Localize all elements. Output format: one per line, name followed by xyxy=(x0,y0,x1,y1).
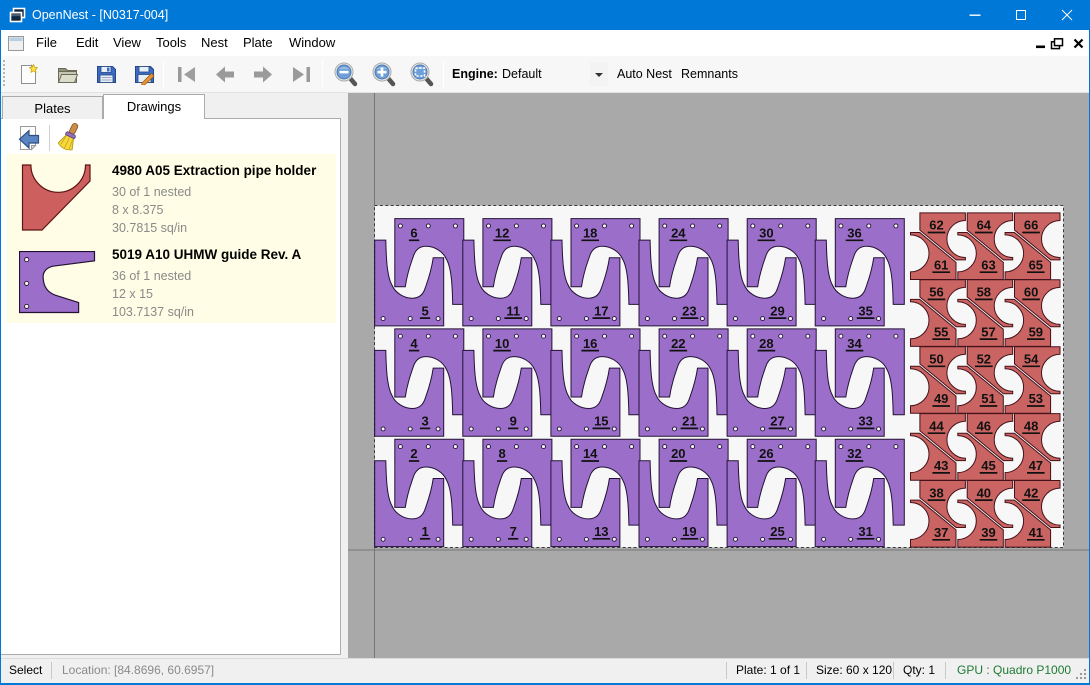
svg-text:40: 40 xyxy=(977,485,991,500)
svg-text:30: 30 xyxy=(759,226,773,241)
svg-text:15: 15 xyxy=(594,414,608,429)
svg-text:38: 38 xyxy=(929,485,943,500)
svg-text:56: 56 xyxy=(929,285,943,300)
svg-text:6: 6 xyxy=(410,226,417,241)
svg-text:19: 19 xyxy=(682,524,696,539)
svg-text:58: 58 xyxy=(977,285,991,300)
svg-text:57: 57 xyxy=(981,324,995,339)
svg-text:17: 17 xyxy=(594,303,608,318)
svg-text:20: 20 xyxy=(671,446,685,461)
svg-text:55: 55 xyxy=(934,324,948,339)
svg-text:29: 29 xyxy=(770,303,784,318)
svg-text:8: 8 xyxy=(498,446,505,461)
svg-text:60: 60 xyxy=(1024,285,1038,300)
svg-text:44: 44 xyxy=(929,418,944,433)
svg-text:63: 63 xyxy=(981,257,995,272)
svg-text:46: 46 xyxy=(977,418,991,433)
svg-text:37: 37 xyxy=(934,525,948,540)
svg-text:61: 61 xyxy=(934,257,948,272)
svg-text:16: 16 xyxy=(583,336,597,351)
svg-text:21: 21 xyxy=(682,414,696,429)
svg-text:5: 5 xyxy=(421,303,428,318)
svg-text:33: 33 xyxy=(858,414,872,429)
svg-text:24: 24 xyxy=(671,226,686,241)
svg-text:26: 26 xyxy=(759,446,773,461)
svg-text:66: 66 xyxy=(1024,218,1038,233)
svg-text:7: 7 xyxy=(510,524,517,539)
svg-text:10: 10 xyxy=(495,336,509,351)
svg-text:28: 28 xyxy=(759,336,773,351)
svg-text:50: 50 xyxy=(929,352,943,367)
svg-text:18: 18 xyxy=(583,226,597,241)
svg-text:3: 3 xyxy=(421,414,428,429)
svg-text:65: 65 xyxy=(1029,257,1043,272)
svg-text:49: 49 xyxy=(934,391,948,406)
svg-text:12: 12 xyxy=(495,226,509,241)
svg-text:48: 48 xyxy=(1024,418,1038,433)
svg-text:42: 42 xyxy=(1024,485,1038,500)
svg-text:11: 11 xyxy=(506,303,520,318)
svg-text:39: 39 xyxy=(981,525,995,540)
svg-text:47: 47 xyxy=(1029,458,1043,473)
svg-text:25: 25 xyxy=(770,524,784,539)
svg-text:64: 64 xyxy=(977,218,992,233)
svg-text:22: 22 xyxy=(671,336,685,351)
svg-text:35: 35 xyxy=(858,303,872,318)
svg-text:43: 43 xyxy=(934,458,948,473)
svg-text:34: 34 xyxy=(847,336,862,351)
svg-text:32: 32 xyxy=(847,446,861,461)
svg-text:45: 45 xyxy=(981,458,995,473)
svg-text:52: 52 xyxy=(977,352,991,367)
svg-text:53: 53 xyxy=(1029,391,1043,406)
svg-text:14: 14 xyxy=(583,446,598,461)
svg-text:36: 36 xyxy=(847,226,861,241)
svg-text:54: 54 xyxy=(1024,352,1039,367)
svg-text:9: 9 xyxy=(510,414,517,429)
svg-text:27: 27 xyxy=(770,414,784,429)
svg-text:23: 23 xyxy=(682,303,696,318)
svg-text:41: 41 xyxy=(1029,525,1043,540)
svg-text:31: 31 xyxy=(858,524,872,539)
svg-text:59: 59 xyxy=(1029,324,1043,339)
svg-text:13: 13 xyxy=(594,524,608,539)
svg-text:4: 4 xyxy=(410,336,418,351)
svg-text:2: 2 xyxy=(410,446,417,461)
svg-text:62: 62 xyxy=(929,218,943,233)
svg-text:51: 51 xyxy=(981,391,995,406)
svg-text:1: 1 xyxy=(421,524,428,539)
